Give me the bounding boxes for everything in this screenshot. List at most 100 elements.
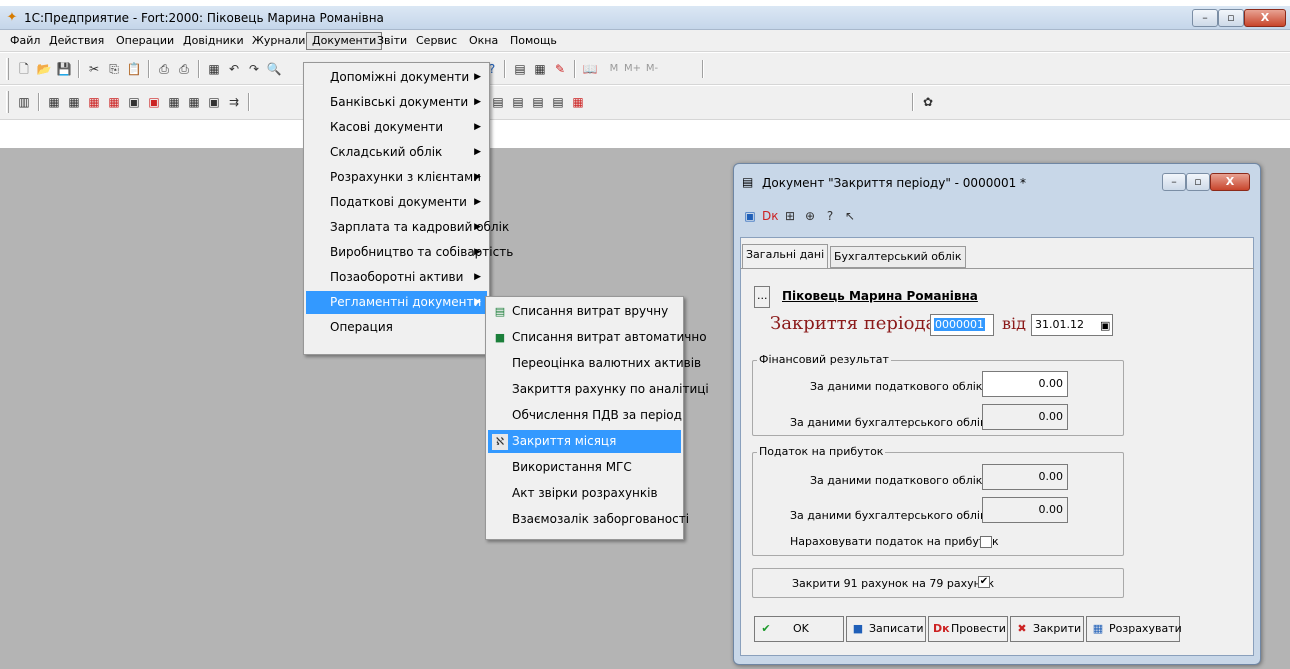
find-binoculars-icon[interactable]: 🔍 [266, 61, 282, 77]
menu-item-bank-docs[interactable]: Банківські документи ▶ [306, 91, 487, 114]
documents-menu: Допоміжні документи ▶ Банківські документ… [303, 62, 513, 355]
menu-item-auto-writeoff[interactable]: ■ Списання витрат автоматично [488, 326, 707, 349]
report-journal-icon[interactable]: ▤ [550, 94, 566, 110]
menu-item-debt-offset[interactable]: Взаємозалік заборгованості [488, 508, 689, 531]
calculate-button[interactable]: ▦ Розрахувати [1086, 616, 1182, 642]
menu-service[interactable]: Сервис [411, 32, 462, 50]
charge-tax-checkbox[interactable] [980, 536, 992, 548]
cash-document-icon[interactable]: ▦ [166, 94, 182, 110]
doc-copy-icon[interactable]: ▣ [742, 208, 758, 224]
menu-item-currency-revaluation[interactable]: Переоцінка валютних активів [488, 352, 701, 375]
open-folder-icon[interactable]: 📂 [36, 61, 52, 77]
chart-of-accounts-icon[interactable]: ▦ [46, 94, 62, 110]
paste-icon[interactable]: 📋 [126, 61, 142, 77]
calendar-picker-icon[interactable]: ▣ [1100, 319, 1110, 332]
document-window: ▤ Документ "Закриття періоду" - 0000001 … [733, 163, 1261, 665]
doc-maximize-button[interactable]: ▫ [1186, 173, 1210, 191]
doc-movements-icon[interactable]: ⊕ [802, 208, 818, 224]
doc-structure-icon[interactable]: ⊞ [782, 208, 798, 224]
cut-icon[interactable]: ✂ [86, 61, 102, 77]
select-responsible-button[interactable]: ... [754, 286, 770, 308]
responsible-person-link[interactable]: Піковець Марина Романівна [782, 289, 978, 303]
tab-general[interactable]: Загальні дані [742, 244, 829, 269]
menu-reports[interactable]: Звіти [372, 32, 412, 50]
operation-journal-icon[interactable]: ▦ [106, 94, 122, 110]
properties-icon[interactable]: ▦ [206, 61, 222, 77]
plan-accounts-icon[interactable]: ▦ [66, 94, 82, 110]
report-summary-icon[interactable]: ▤ [530, 94, 546, 110]
menu-item-manual-writeoff[interactable]: ▤ Списання витрат вручну [488, 300, 681, 323]
doc-number-input[interactable]: 0000001 [930, 314, 994, 336]
copy-icon[interactable]: ⎘ [106, 61, 122, 77]
toolbar-grip[interactable] [6, 58, 9, 80]
report-detail-icon[interactable]: ▤ [510, 94, 526, 110]
menu-item-production[interactable]: Виробництво та собівартість ▶ [306, 241, 513, 264]
menu-item-client-settlements[interactable]: Розрахунки з клієнтами ▶ [306, 166, 487, 189]
doc-minimize-button[interactable]: – [1162, 173, 1186, 191]
doc-help-icon[interactable]: ? [822, 208, 838, 224]
tips-icon[interactable]: ✎ [552, 61, 568, 77]
redo-icon[interactable]: ↷ [246, 61, 262, 77]
post-label: Провести [951, 622, 1006, 635]
menu-item-reglament-docs[interactable]: Регламентні документи ▶ [306, 291, 487, 314]
menu-item-noncurrent-assets[interactable]: Позаоборотні активи ▶ [306, 266, 487, 289]
menu-journals[interactable]: Журнали [247, 32, 310, 50]
menu-item-warehouse[interactable]: Складський облік ▶ [306, 141, 487, 164]
calculator-icon[interactable]: ▤ [512, 61, 528, 77]
settings-icon[interactable]: ✿ [920, 94, 936, 110]
menu-item-auxiliary-docs[interactable]: Допоміжні документи ▶ [306, 66, 487, 89]
post-button[interactable]: DкПровести [928, 616, 1008, 642]
document-green-icon: ▤ [494, 305, 506, 318]
save-button[interactable]: ■ Записати [846, 616, 926, 642]
close-form-button[interactable]: ✖ Закрити [1010, 616, 1084, 642]
post-dk-icon[interactable]: Dк [762, 208, 779, 224]
ok-button[interactable]: ✔ OK [754, 616, 844, 642]
menu-operations[interactable]: Операции [111, 32, 179, 50]
menu-item-close-account-analytics[interactable]: Закриття рахунку по аналітиці [488, 378, 709, 401]
menu-item-payroll[interactable]: Зарплата та кадровий облік ▶ [306, 216, 509, 239]
close-button[interactable]: X [1244, 9, 1286, 27]
print-preview-icon[interactable]: ⎙ [176, 61, 192, 77]
new-document-icon[interactable]: 🗋 [16, 61, 32, 77]
document-icon: ▤ [742, 175, 754, 189]
company-icon[interactable]: ▥ [16, 94, 32, 110]
save-disk-icon[interactable]: 💾 [56, 61, 72, 77]
menu-directories[interactable]: Довідники [178, 32, 249, 50]
menu-item-reconciliation-act[interactable]: Акт звірки розрахунків [488, 482, 681, 505]
fin-tax-input[interactable]: 0.00 [982, 371, 1068, 397]
menu-actions[interactable]: Действия [44, 32, 109, 50]
menu-item-month-closing[interactable]: ℵ Закриття місяця [488, 430, 681, 453]
account-card-icon[interactable]: ▦ [186, 94, 202, 110]
menu-windows[interactable]: Окна [464, 32, 503, 50]
menu-item-tax-docs[interactable]: Податкові документи ▶ [306, 191, 487, 214]
maximize-button[interactable]: ▫ [1218, 9, 1244, 27]
calendar-icon[interactable]: ▦ [532, 61, 548, 77]
exit-icon[interactable]: ⇉ [226, 94, 242, 110]
context-help-icon[interactable]: ↖ [842, 208, 858, 224]
menu-item-cash-docs[interactable]: Касові документи ▶ [306, 116, 487, 139]
doc-close-button[interactable]: X [1210, 173, 1250, 191]
menu-item-label: Виробництво та собівартість [330, 245, 514, 259]
book-icon[interactable]: 📖 [582, 61, 598, 77]
charge-tax-label: Нараховувати податок на прибуток [790, 535, 999, 548]
print-icon[interactable]: ⎙ [156, 61, 172, 77]
toolbar-grip[interactable] [6, 91, 9, 113]
turnover-icon[interactable]: ▣ [206, 94, 222, 110]
submenu-arrow-icon: ▶ [474, 272, 481, 282]
tab-accounting[interactable]: Бухгалтерський облік [830, 246, 966, 268]
close-91-checkbox[interactable]: ✔ [978, 576, 990, 588]
minimize-button[interactable]: – [1192, 9, 1218, 27]
menu-file[interactable]: Файл [5, 32, 45, 50]
report-icon[interactable]: ▤ [490, 94, 506, 110]
menu-item-mgs-usage[interactable]: Використання МГС [488, 456, 681, 479]
menu-documents[interactable]: Документи [306, 32, 383, 50]
bank-document-icon[interactable]: ▣ [146, 94, 162, 110]
report-table-icon[interactable]: ▦ [570, 94, 586, 110]
menu-help[interactable]: Помощь [505, 32, 562, 50]
menu-item-operation[interactable]: Операция [306, 316, 487, 339]
main-titlebar: ✦ 1С:Предприятие - Fort:2000: Піковець М… [0, 6, 1290, 30]
document-icon[interactable]: ▣ [126, 94, 142, 110]
undo-icon[interactable]: ↶ [226, 61, 242, 77]
menu-item-vat-calculation[interactable]: Обчислення ПДВ за період [488, 404, 682, 427]
debit-credit-icon[interactable]: ▦ [86, 94, 102, 110]
